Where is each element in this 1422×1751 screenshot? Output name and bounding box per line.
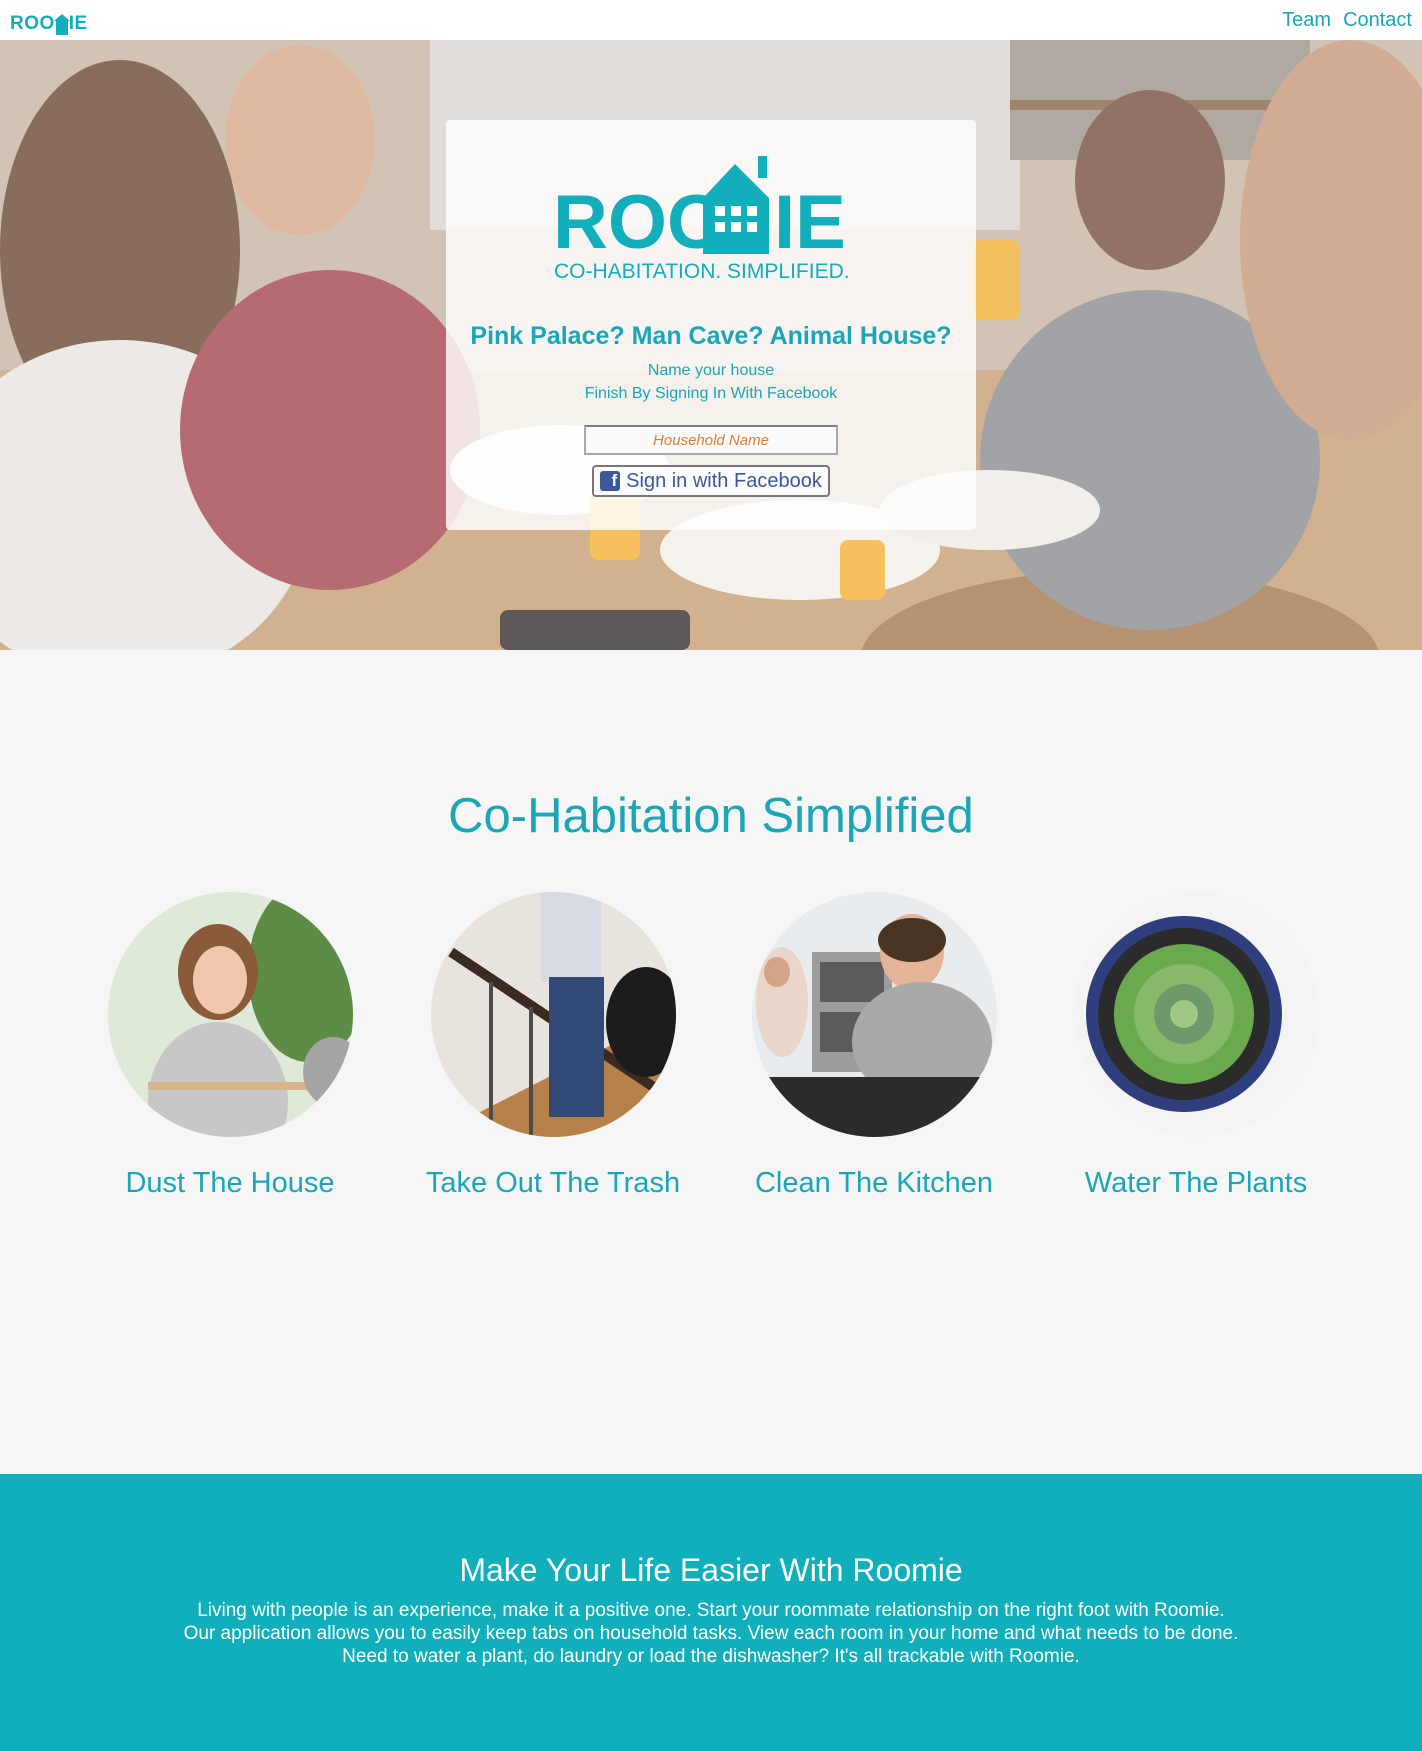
hero-headline: Pink Palace? Man Cave? Animal House? <box>470 322 952 350</box>
hero-instruction-name: Name your house <box>647 362 775 379</box>
signup-card: ROO IE CO-HABITATION. SIMPLIFIED. Pink P… <box>446 120 976 530</box>
feature-take-out-trash: Take Out The Trash <box>403 892 703 1200</box>
features-title: Co-Habitation Simplified <box>448 789 974 843</box>
facebook-icon: f <box>600 471 621 491</box>
roomie-brand-logo: ROO IE CO-HABITATION. SIMPLIFIED. <box>553 156 850 283</box>
nav-link-team[interactable]: Team <box>1282 9 1331 32</box>
footer-description: Living with people is an experience, mak… <box>0 1599 1422 1668</box>
feature-label: Water The Plants <box>1084 1167 1308 1199</box>
nav-links: Team Contact <box>1282 9 1412 32</box>
house-icon <box>53 14 70 35</box>
succulent-plant-photo <box>1073 892 1319 1137</box>
feature-label: Clean The Kitchen <box>754 1167 994 1199</box>
svg-text:ROO: ROO <box>553 180 726 265</box>
kitchen-cleaning-photo <box>751 892 997 1137</box>
footer-line: Our application allows you to easily kee… <box>183 1623 1239 1644</box>
feature-water-plants: Water The Plants <box>1046 892 1346 1200</box>
household-name-input[interactable] <box>584 425 838 455</box>
footer-title: Make Your Life Easier With Roomie <box>459 1552 963 1588</box>
feature-label: Take Out The Trash <box>425 1167 681 1199</box>
page: ROO IE Team Contact ROO IE CO-HABITATION… <box>0 0 1422 1751</box>
svg-text:IE: IE <box>774 180 846 265</box>
hero-instruction-facebook: Finish By Signing In With Facebook <box>584 385 838 402</box>
footer-line: Need to water a plant, do laundry or loa… <box>342 1646 1080 1667</box>
woman-dusting-photo <box>107 892 353 1137</box>
brand-tagline: CO-HABITATION. SIMPLIFIED. <box>554 260 850 283</box>
trash-on-stairs-photo <box>430 892 676 1137</box>
facebook-signin-button[interactable]: f Sign in with Facebook <box>592 465 830 497</box>
footer-section: Make Your Life Easier With Roomie Living… <box>0 1474 1422 1751</box>
nav-logo[interactable]: ROO IE <box>10 5 88 35</box>
feature-dust-the-house: Dust The House <box>80 892 380 1200</box>
feature-label: Dust The House <box>125 1167 335 1199</box>
top-navbar: ROO IE Team Contact <box>0 0 1422 40</box>
facebook-signin-label: Sign in with Facebook <box>626 469 822 492</box>
feature-clean-kitchen: Clean The Kitchen <box>724 892 1024 1200</box>
hero-section: ROO IE CO-HABITATION. SIMPLIFIED. Pink P… <box>0 40 1422 650</box>
nav-link-contact[interactable]: Contact <box>1343 9 1412 32</box>
features-section: Co-Habitation Simplified Dust The House <box>0 650 1422 1474</box>
footer-line: Living with people is an experience, mak… <box>197 1600 1225 1621</box>
